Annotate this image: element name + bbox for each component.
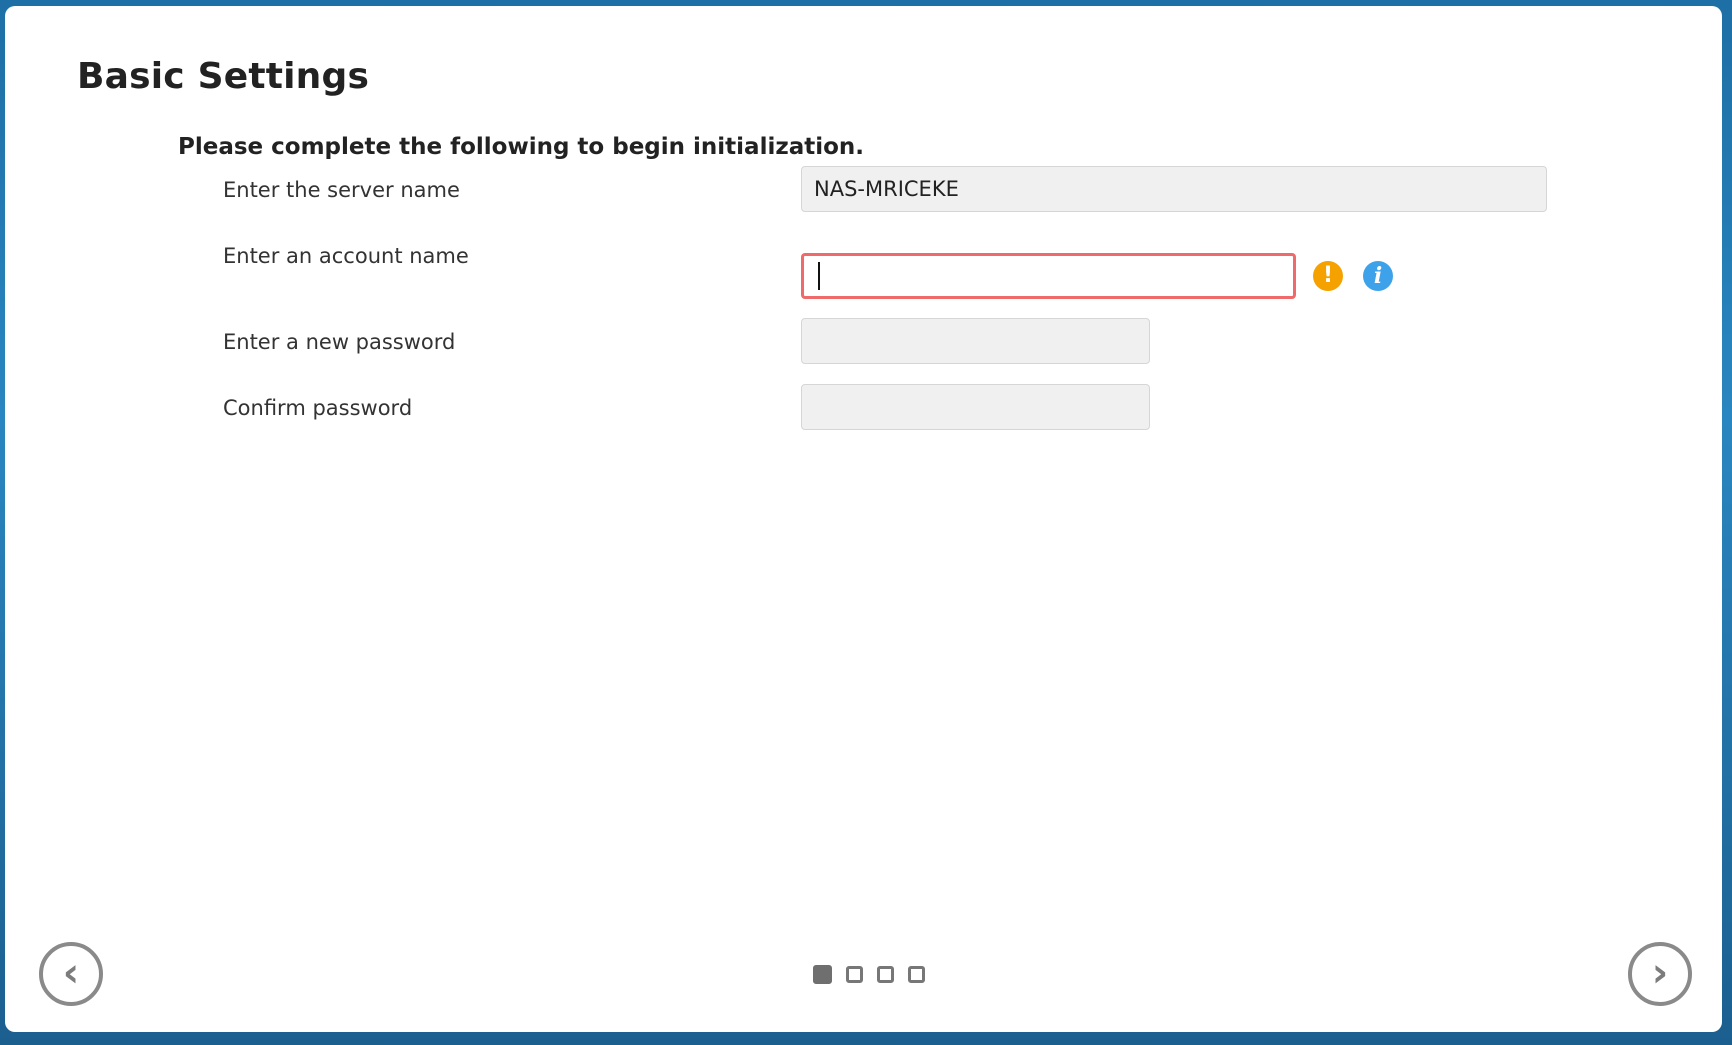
confirm-password-input[interactable] (801, 384, 1150, 430)
setup-wizard-dialog: Basic Settings Please complete the follo… (5, 6, 1722, 1032)
step-dot-3 (877, 966, 894, 983)
chevron-right-icon: › (1651, 950, 1669, 996)
instruction-text: Please complete the following to begin i… (178, 134, 865, 160)
account-name-input[interactable] (801, 253, 1296, 299)
new-password-input[interactable] (801, 318, 1150, 364)
page-title: Basic Settings (77, 56, 370, 97)
confirm-password-label: Confirm password (223, 396, 413, 420)
server-name-input[interactable] (801, 166, 1547, 212)
new-password-label: Enter a new password (223, 330, 456, 354)
warning-icon: ! (1313, 261, 1343, 291)
chevron-left-icon: ‹ (62, 950, 80, 996)
step-dot-2 (846, 966, 863, 983)
account-name-label: Enter an account name (223, 244, 469, 268)
server-name-label: Enter the server name (223, 178, 460, 202)
step-indicator (813, 965, 925, 984)
next-button[interactable]: › (1628, 942, 1692, 1006)
text-caret (818, 262, 820, 290)
info-icon[interactable]: i (1363, 261, 1393, 291)
step-dot-4 (908, 966, 925, 983)
previous-button[interactable]: ‹ (39, 942, 103, 1006)
step-dot-1 (813, 965, 832, 984)
